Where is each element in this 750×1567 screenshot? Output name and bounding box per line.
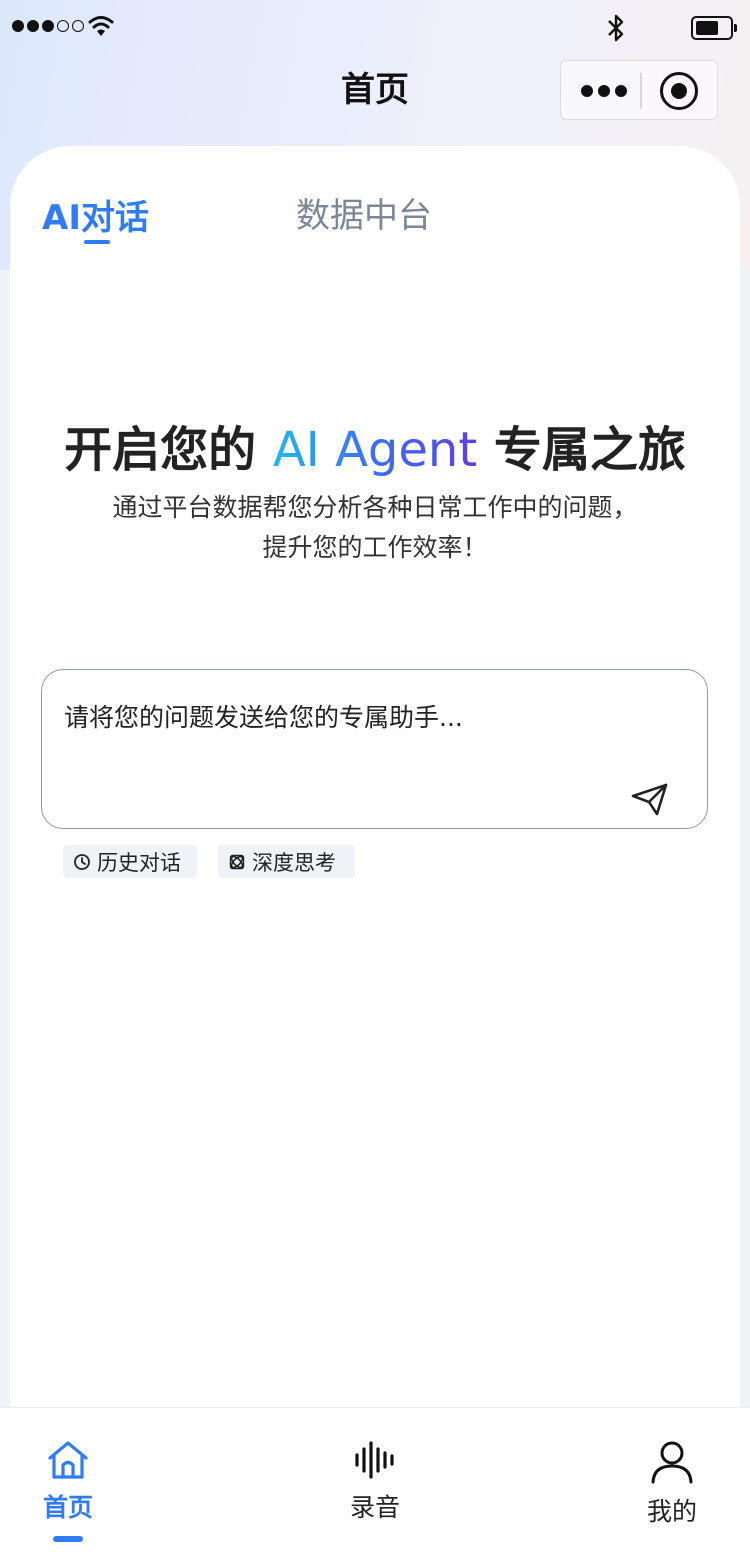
tab-data-center-label: 数据中台 [296,196,432,236]
hero-title-before: 开启您的 [64,422,273,478]
bottom-tab-bar: 首页 录音 我的 [0,1407,750,1567]
tabbar-active-indicator [53,1536,83,1542]
wifi-icon [88,16,114,36]
hero-title-highlight: AI Agent [272,422,478,478]
hero-title-after: 专属之旅 [477,422,686,478]
waveform-icon [355,1441,394,1479]
bluetooth-icon [608,14,624,42]
tabbar-record[interactable]: 录音 [315,1440,435,1524]
deep-think-button[interactable]: 深度思考 [218,845,355,878]
tabbar-home-label: 首页 [42,1493,93,1522]
capsule-divider [640,73,642,109]
hero-subtitle: 通过平台数据帮您分析各种日常工作中的问题，提升您的工作效率！ [112,493,638,562]
signal-icon [12,20,84,32]
hero-title: 开启您的 AI Agent 专属之旅 [0,410,750,480]
person-icon [651,1441,693,1484]
tabbar-home[interactable]: 首页 [8,1440,128,1542]
mini-program-capsule [560,60,718,120]
clock-icon [74,853,90,870]
send-icon[interactable] [630,782,670,818]
tab-data-center[interactable]: 数据中台 [296,188,432,237]
status-bar [0,0,750,56]
history-chat-label: 历史对话 [97,850,181,875]
question-input[interactable] [64,698,664,778]
deep-think-icon [229,854,245,869]
tab-ai-chat[interactable]: AI对话 [42,190,149,244]
tab-ai-chat-label: AI对话 [42,198,149,238]
question-input-box [41,669,708,829]
history-chat-button[interactable]: 历史对话 [63,845,197,878]
tabbar-record-label: 录音 [349,1493,400,1522]
more-icon[interactable] [581,85,627,97]
home-icon [48,1441,88,1479]
record-icon[interactable] [660,72,698,110]
battery-icon [691,16,737,40]
deep-think-label: 深度思考 [252,850,336,875]
page: 首页 AI对话 数据中台 开启您的 AI Agent 专属之旅 通过平台数据帮您… [0,0,750,1567]
tab-active-indicator [84,240,110,244]
tabbar-me[interactable]: 我的 [612,1440,732,1528]
tabbar-me-label: 我的 [646,1497,697,1526]
